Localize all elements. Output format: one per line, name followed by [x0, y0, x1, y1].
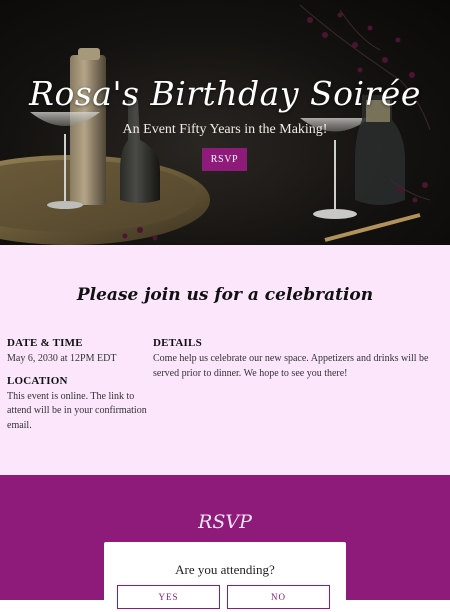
yes-button[interactable]: YES — [117, 585, 220, 609]
event-title: Rosa's Birthday Soirée — [29, 74, 421, 113]
date-label: DATE & TIME — [7, 337, 83, 349]
event-subtitle: An Event Fifty Years in the Making! — [122, 122, 328, 137]
event-info-column: DATE & TIME May 6, 2030 at 12PM EDT LOCA… — [7, 337, 147, 433]
invite-details-section: Please join us for a celebration DATE & … — [0, 245, 450, 475]
details-column: DETAILS Come help us celebrate our new s… — [153, 337, 443, 381]
rsvp-heading: RSVP — [198, 511, 252, 533]
date-value: May 6, 2030 at 12PM EDT — [7, 353, 117, 364]
location-value: This event is online. The link to attend… — [7, 390, 147, 431]
details-value: Come help us celebrate our new space. Ap… — [153, 353, 429, 379]
rsvp-form-card: Are you attending? YES NO — [104, 542, 346, 612]
rsvp-button[interactable]: RSVP — [202, 148, 247, 171]
rsvp-section: RSVP Are you attending? YES NO — [0, 475, 450, 612]
no-button[interactable]: NO — [227, 585, 330, 609]
attendance-question: Are you attending? — [175, 562, 275, 577]
details-label: DETAILS — [153, 337, 202, 349]
invite-heading: Please join us for a celebration — [76, 285, 374, 305]
location-label: LOCATION — [7, 374, 68, 387]
hero-banner: Rosa's Birthday Soirée An Event Fifty Ye… — [0, 0, 450, 245]
